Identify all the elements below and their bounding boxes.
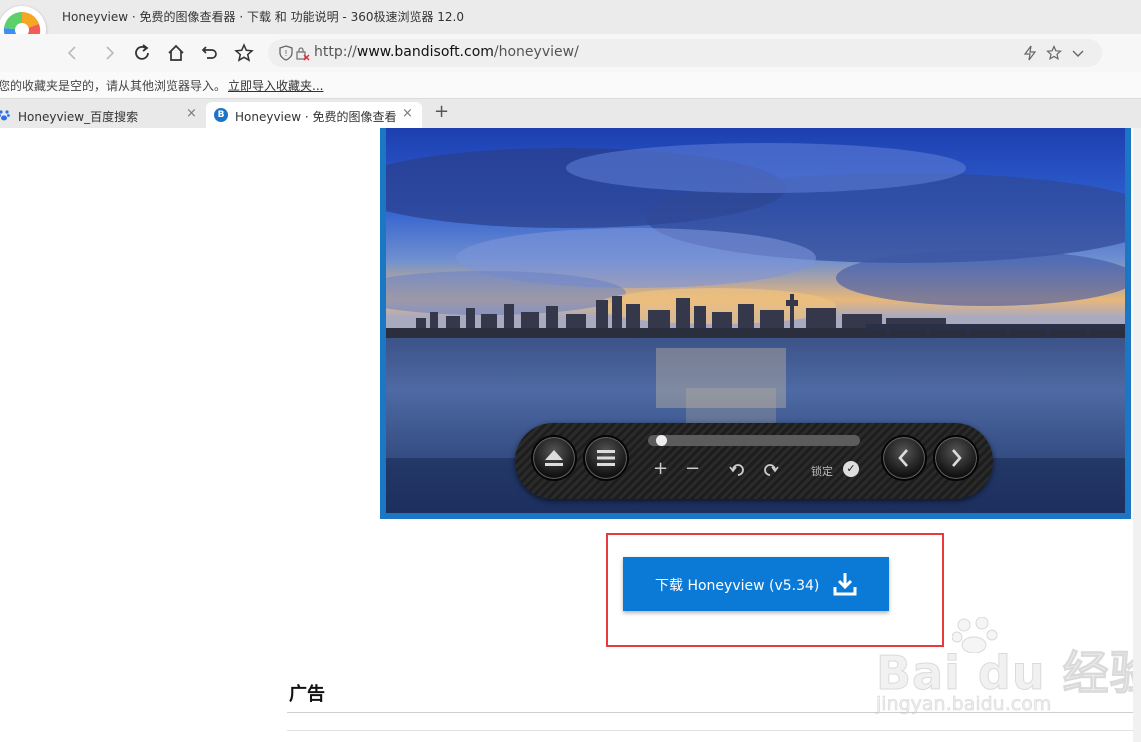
forward-icon[interactable] [96, 40, 122, 66]
download-button-label: 下载 Honeyview (v5.34) [655, 578, 820, 594]
svg-text:!: ! [284, 49, 287, 58]
next-image-icon[interactable] [933, 435, 979, 481]
tab-label: Honeyview · 免费的图像查看 [235, 110, 397, 124]
url-text[interactable]: http://www.bandisoft.com/honeyview/ [314, 44, 579, 60]
close-icon[interactable]: × [402, 106, 413, 121]
watermark-site: jingyan.baidu.com [876, 693, 1052, 716]
previous-image-icon[interactable] [881, 435, 927, 481]
close-icon[interactable]: × [186, 106, 197, 121]
lock-label: 锁定 [811, 465, 833, 478]
divider [287, 730, 1133, 731]
security-shield-icon[interactable]: ! [278, 45, 294, 61]
seek-slider[interactable] [648, 435, 860, 446]
insecure-lock-icon[interactable] [294, 45, 310, 61]
zoom-in-icon[interactable]: + [653, 459, 668, 479]
rotate-right-icon[interactable] [761, 461, 779, 479]
bookmark-empty-message: 您的收藏夹是空的，请从其他浏览器导入。 [0, 79, 227, 93]
tab-honeyview[interactable]: B Honeyview · 免费的图像查看 × [206, 102, 422, 129]
new-tab-button[interactable]: + [434, 101, 449, 122]
ad-heading: 广告 [289, 684, 325, 705]
viewer-control-bar: + − 锁定 ✓ [515, 423, 993, 499]
back-icon[interactable] [60, 40, 86, 66]
import-bookmarks-link[interactable]: 立即导入收藏夹... [228, 77, 323, 94]
honeyview-screenshot-image: + − 锁定 ✓ [380, 128, 1131, 519]
page-content: + − 锁定 ✓ 下载 Honeyview (v5.34) 广告 Bai du … [0, 128, 1141, 742]
lock-check-icon[interactable]: ✓ [843, 461, 859, 477]
reload-icon[interactable] [129, 40, 155, 66]
download-icon [833, 573, 857, 596]
speed-mode-icon[interactable] [1022, 45, 1038, 61]
download-button[interactable]: 下载 Honeyview (v5.34) [623, 557, 889, 611]
baidu-jingyan-watermark: Bai du 经验 jingyan.baidu.com [876, 617, 1141, 727]
navigation-bar: ! http://www.bandisoft.com/honeyview/ [0, 34, 1141, 100]
favorite-star-icon[interactable] [231, 40, 257, 66]
zoom-out-icon[interactable]: − [685, 459, 700, 479]
bookmark-bar: 您的收藏夹是空的，请从其他浏览器导入。 立即导入收藏夹... [0, 72, 1141, 98]
tab-baidu-search[interactable]: Honeyview_百度搜索 × [0, 102, 202, 129]
window-titlebar: Honeyview · 免费的图像查看器 · 下载 和 功能说明 - 360极速… [0, 0, 1141, 54]
tab-bar: Honeyview_百度搜索 × B Honeyview · 免费的图像查看 ×… [0, 98, 1141, 129]
rotate-left-icon[interactable] [729, 461, 747, 479]
bandisoft-favicon-icon: B [214, 108, 228, 122]
chevron-down-icon[interactable] [1070, 45, 1086, 61]
window-title: Honeyview · 免费的图像查看器 · 下载 和 功能说明 - 360极速… [62, 10, 465, 24]
undo-close-tab-icon[interactable] [197, 40, 223, 66]
address-bar[interactable]: ! http://www.bandisoft.com/honeyview/ [268, 39, 1102, 67]
menu-icon[interactable] [583, 435, 629, 481]
tab-label: Honeyview_百度搜索 [18, 110, 139, 124]
seek-knob[interactable] [656, 435, 667, 446]
bookmark-star-icon[interactable] [1046, 45, 1062, 61]
scrollbar[interactable] [1133, 128, 1141, 742]
eject-icon[interactable] [531, 435, 577, 481]
home-icon[interactable] [163, 40, 189, 66]
baidu-paw-icon [0, 110, 10, 121]
